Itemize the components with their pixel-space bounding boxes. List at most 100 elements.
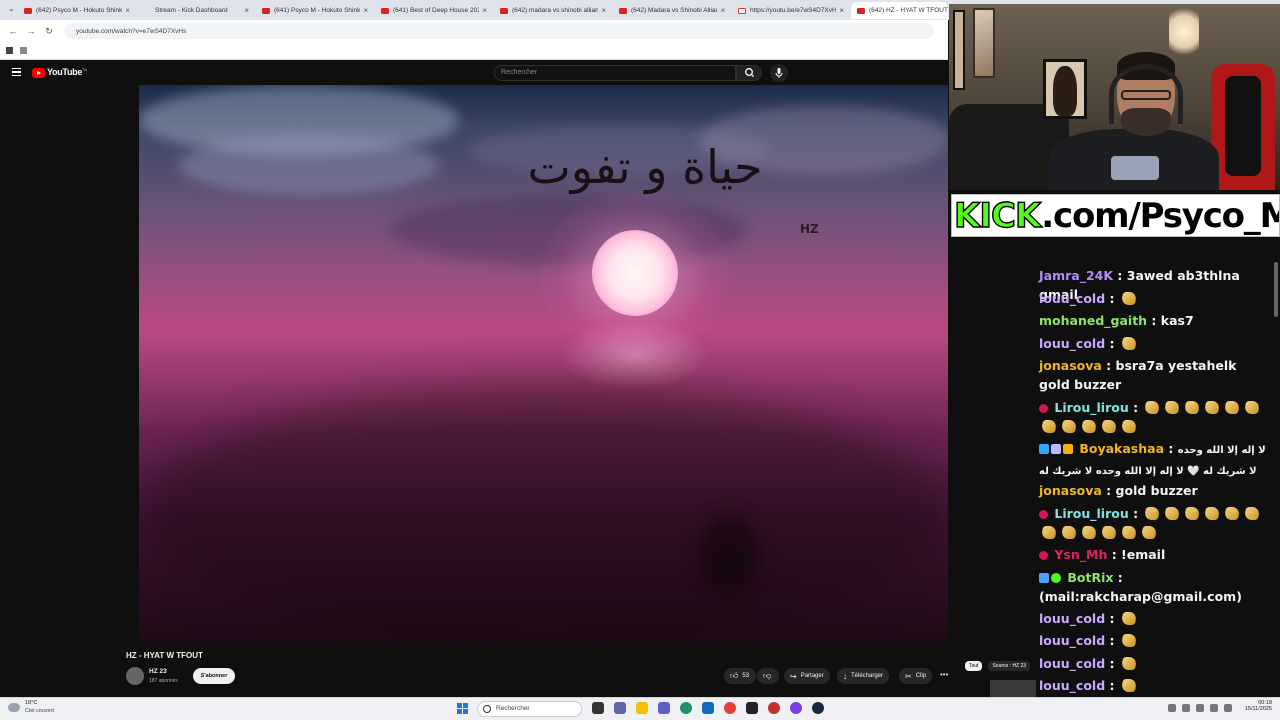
obs-icon[interactable] [746, 702, 758, 714]
channel-name[interactable]: HZ 23 [149, 668, 167, 675]
like-button[interactable]: 👍︎ 53 [724, 668, 756, 684]
weather-description[interactable]: Ciel couvert [25, 708, 54, 714]
emote-icon [1120, 420, 1138, 433]
recommendation-chips: Tout Source : HZ 23 [965, 659, 1031, 673]
video-overlay-signature: HZ [800, 222, 819, 236]
taskbar-search-input[interactable]: Rechercher [477, 701, 582, 717]
gmail-icon [738, 7, 746, 14]
browser-tab[interactable]: Stream - Kick Dashboard × [137, 2, 1102, 208]
glasses [1121, 90, 1171, 100]
chat-overlay: Jamra_24K : 3awed ab3thlna gmail louu_co… [1037, 260, 1271, 696]
chip-all[interactable]: Tout [965, 661, 983, 671]
network-icon[interactable] [1182, 704, 1190, 712]
webcam-overlay [949, 4, 1280, 190]
tab-search-icon[interactable]: ⌄ [8, 4, 15, 13]
youtube-header: YouTubeTN Rechercher [0, 61, 948, 85]
emote-icon [1120, 526, 1138, 539]
chat-message: BotRix : (mail:rakcharap@gmail.com) [1039, 570, 1242, 604]
share-icon: ↪ [790, 671, 797, 681]
teams-icon[interactable] [614, 702, 626, 714]
chip-source[interactable]: Source : HZ 23 [988, 661, 1031, 671]
subscriber-count: 187 abonnés [149, 678, 178, 684]
crown-badge-icon [1063, 444, 1073, 454]
chat-message: louu_cold : [1039, 631, 1271, 650]
screen: (642) Psyco M - Hokuto Shinken × Stream -… [0, 0, 1280, 720]
menu-icon[interactable] [12, 68, 21, 76]
youtube-logo-icon[interactable] [32, 68, 45, 78]
scissors-icon: ✂ [905, 671, 912, 681]
weather-temperature[interactable]: 18°C [25, 700, 37, 706]
emote-icon [1040, 526, 1058, 539]
dislike-button[interactable]: 👎︎ [757, 668, 779, 684]
lamp [1169, 4, 1199, 59]
task-view-icon[interactable] [592, 702, 604, 714]
browser-tab[interactable]: (641) Psyco M - Hokuto Shinken × [256, 2, 374, 19]
music-badge-icon [1039, 404, 1048, 413]
close-icon[interactable]: × [363, 6, 368, 15]
edge-icon[interactable] [680, 702, 692, 714]
emote-icon [1120, 612, 1138, 625]
back-icon[interactable]: ← [8, 26, 18, 36]
search-input[interactable]: Rechercher [494, 65, 736, 81]
bookmark-icon[interactable] [6, 47, 13, 54]
channel-avatar[interactable] [126, 667, 144, 685]
chat-message: louu_cold : [1039, 654, 1271, 673]
close-icon[interactable]: × [125, 6, 130, 15]
chat-message: louu_cold : [1039, 334, 1271, 353]
youtube-icon [619, 7, 627, 14]
system-clock[interactable]: 00:18 15/11/2025 [1236, 700, 1272, 712]
emote-icon [1184, 401, 1201, 414]
app-icon[interactable] [790, 702, 802, 714]
wifi-icon[interactable] [1196, 704, 1204, 712]
emote-icon [1244, 507, 1261, 520]
browser-tab[interactable]: (642) Psyco M - Hokuto Shinken × [18, 2, 136, 19]
browser-tab-active[interactable]: (642) HZ - HYAT W TFOUT [851, 2, 948, 19]
forward-icon[interactable]: → [26, 26, 36, 36]
emote-icon [1144, 507, 1161, 520]
close-icon[interactable]: × [601, 6, 606, 15]
chrome-icon[interactable] [724, 702, 736, 714]
cloud-icon[interactable] [8, 703, 20, 712]
file-explorer-icon[interactable] [636, 702, 648, 714]
url-field[interactable]: youtube.com/watch?v=e7wS4D7XvHs [64, 23, 934, 39]
share-button[interactable]: ↪ Partager [784, 668, 830, 684]
browser-tab[interactable]: (642) Madara vs Shinobi Alliance × [613, 2, 731, 19]
statue [1053, 66, 1077, 116]
sun [592, 230, 678, 316]
voice-search-button[interactable] [770, 64, 788, 82]
music-badge-icon [1039, 551, 1048, 560]
chat-message: louu_cold : [1039, 676, 1271, 695]
more-actions-icon[interactable]: ••• [940, 670, 948, 679]
close-icon[interactable]: × [244, 6, 249, 15]
close-icon[interactable]: × [482, 6, 487, 15]
kick-logo: KICK [953, 195, 1042, 236]
tray-chevron-icon[interactable] [1168, 704, 1176, 712]
shirt-print [1111, 156, 1159, 180]
search-button[interactable] [736, 65, 762, 81]
youtube-wordmark[interactable]: YouTubeTN [47, 67, 87, 77]
browser-tab[interactable]: https://youtu.be/e7wS4D7XvHs × [732, 2, 850, 19]
volume-icon[interactable] [1210, 704, 1218, 712]
download-button[interactable]: ↓ Télécharger [837, 668, 890, 684]
close-icon[interactable]: × [720, 6, 725, 15]
emote-icon [1080, 526, 1098, 539]
youtube-icon [857, 7, 865, 14]
browser-tab[interactable]: (642) madara vs shinobi alliance × [494, 2, 612, 19]
bookmarks-bar [0, 42, 948, 60]
verified-badge-icon [1051, 573, 1061, 583]
steam-icon[interactable] [812, 702, 824, 714]
subscribe-button[interactable]: S'abonner [193, 668, 235, 684]
browser-tab[interactable]: (641) Best of Deep House 2023 × [375, 2, 493, 19]
clip-button[interactable]: ✂ Clip [899, 668, 933, 684]
apps-grid-icon[interactable] [20, 47, 27, 54]
teams-chat-icon[interactable] [658, 702, 670, 714]
windows-start-icon[interactable] [457, 703, 468, 714]
reload-icon[interactable]: ↻ [44, 26, 54, 37]
app-icon[interactable] [768, 702, 780, 714]
battery-icon[interactable] [1224, 704, 1232, 712]
outlook-icon[interactable] [702, 702, 714, 714]
chat-message: louu_cold : [1039, 289, 1271, 308]
video-title: HZ - HYAT W TFOUT [126, 651, 203, 660]
close-icon[interactable]: × [839, 6, 844, 15]
page-scrollbar[interactable] [1274, 262, 1278, 317]
